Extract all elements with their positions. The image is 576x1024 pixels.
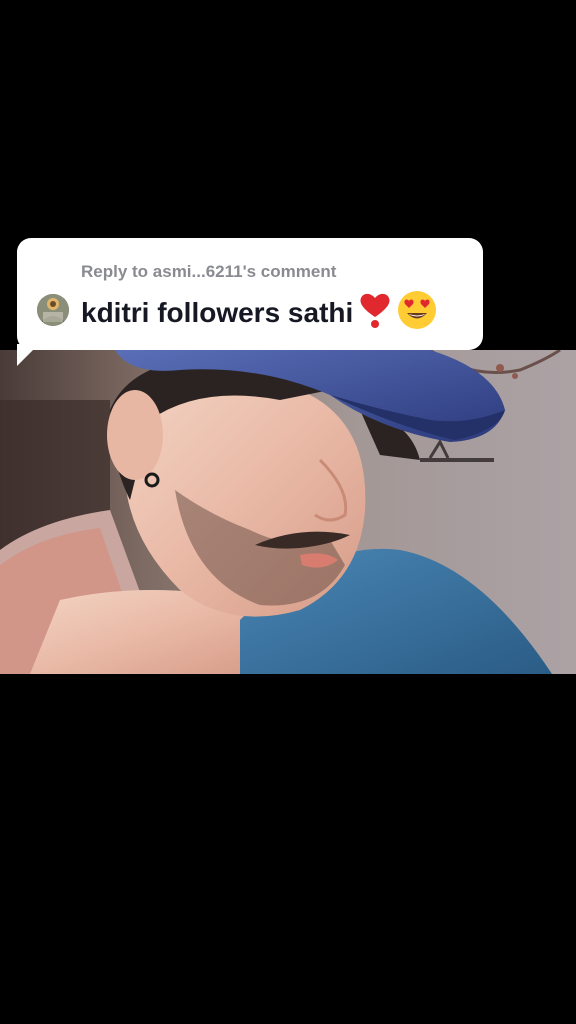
heart-exclamation-icon [357,291,393,334]
reply-text-row: kditri followers sathi [81,290,437,335]
video-screen[interactable]: Reply to asmi...6211's comment kditri fo… [0,0,576,1024]
ear [107,390,163,480]
video-frame[interactable] [0,350,576,674]
avatar[interactable] [37,294,69,326]
bubble-tail [17,344,39,366]
reply-header: Reply to asmi...6211's comment [81,262,337,281]
comment-text: kditri followers sathi [81,296,354,328]
heart-eyes-face-icon [397,290,437,335]
reply-comment-bubble[interactable]: Reply to asmi...6211's comment kditri fo… [17,238,483,350]
